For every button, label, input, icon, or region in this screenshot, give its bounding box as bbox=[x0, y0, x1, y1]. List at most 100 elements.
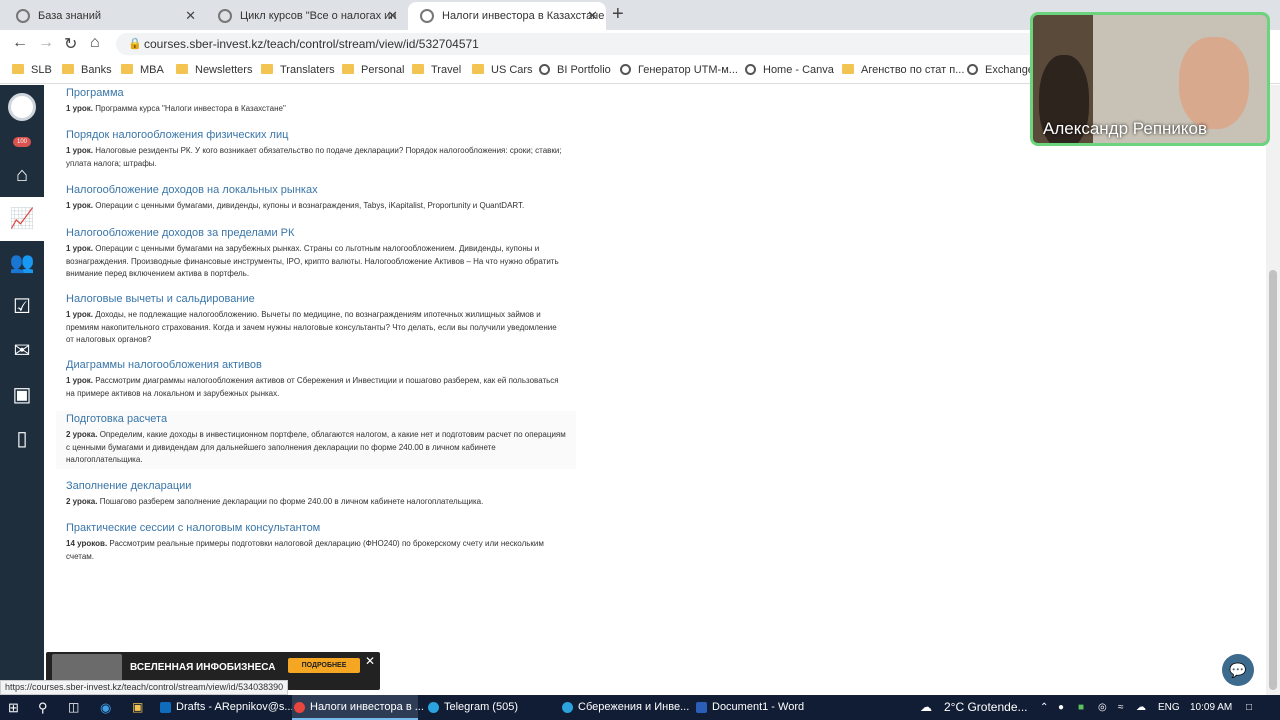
gear-icon bbox=[218, 9, 232, 23]
lesson-description: Программа курса "Налоги инвестора в Каза… bbox=[95, 104, 286, 113]
taskbar-telegram[interactable]: Telegram (505) bbox=[426, 695, 552, 720]
folder-icon bbox=[121, 64, 133, 74]
folder-icon bbox=[412, 64, 424, 74]
home-icon[interactable]: ⌂ bbox=[0, 153, 44, 197]
bookmark-exchange[interactable]: Exchange bbox=[967, 64, 1034, 76]
edge-icon[interactable]: ◉ bbox=[100, 695, 111, 720]
taskbar-chrome[interactable]: Налоги инвестора в ... bbox=[292, 695, 424, 720]
search-icon[interactable]: ⚲ bbox=[38, 695, 48, 720]
bookmark-mba[interactable]: MBA bbox=[121, 64, 164, 76]
windows-start-icon[interactable]: ⊞ bbox=[8, 695, 19, 720]
list-item[interactable]: Программа 1 урок. Программа курса "Налог… bbox=[56, 87, 576, 116]
bookmark-newsletters[interactable]: Newsletters bbox=[176, 64, 252, 76]
back-icon[interactable]: ← bbox=[12, 34, 28, 52]
chrome-icon bbox=[294, 702, 305, 713]
lesson-count: 1 урок. bbox=[66, 201, 94, 210]
banner-more-button[interactable]: ПОДРОБНЕЕ bbox=[288, 658, 360, 673]
mobile-icon[interactable]: ▯ bbox=[0, 417, 44, 461]
wifi-icon[interactable]: ≈ bbox=[1118, 695, 1124, 720]
clock[interactable]: 10:09 AM bbox=[1190, 695, 1232, 720]
checkbox-icon[interactable]: ☑ bbox=[0, 285, 44, 329]
lesson-title[interactable]: Налогообложение доходов за пределами РК bbox=[66, 227, 566, 239]
users-icon[interactable]: 👥 bbox=[0, 241, 44, 285]
taskbar-telegram-chat[interactable]: Сбережения и Инве... bbox=[560, 695, 689, 720]
lesson-title[interactable]: Заполнение декларации bbox=[66, 480, 566, 492]
microphone-icon[interactable]: ◎ bbox=[1098, 695, 1107, 720]
bookmark-slb[interactable]: SLB bbox=[12, 64, 52, 76]
lesson-title[interactable]: Подготовка расчета bbox=[66, 413, 566, 425]
close-icon[interactable]: ✕ bbox=[365, 654, 375, 668]
bookmark-bi-portfolio[interactable]: BI Portfolio bbox=[539, 64, 611, 76]
lesson-description: Определим, какие доходы в инвестиционном… bbox=[66, 430, 566, 464]
shield-icon[interactable]: ■ bbox=[1078, 695, 1084, 720]
page-scrollbar[interactable] bbox=[1266, 85, 1280, 695]
lesson-title[interactable]: Налоговые вычеты и сальдирование bbox=[66, 293, 566, 305]
list-item[interactable]: Налогообложение доходов за пределами РК … bbox=[56, 227, 576, 281]
tab-knowledge-base[interactable]: База знаний ✕ bbox=[4, 2, 204, 30]
globe-icon bbox=[539, 64, 550, 75]
school-logo[interactable] bbox=[8, 93, 36, 121]
chevron-up-icon[interactable]: ⌃ bbox=[1040, 695, 1048, 720]
bookmark-personal[interactable]: Personal bbox=[342, 64, 404, 76]
home-icon[interactable]: ⌂ bbox=[90, 34, 100, 52]
bookmark-banks[interactable]: Banks bbox=[62, 64, 112, 76]
tab-title: Налоги инвестора в Казахстане bbox=[442, 10, 605, 22]
lesson-title[interactable]: Диаграммы налогообложения активов bbox=[66, 359, 566, 371]
lesson-list: Программа 1 урок. Программа курса "Налог… bbox=[44, 85, 1266, 695]
participant-name: Александр Репников bbox=[1043, 119, 1208, 138]
folder-icon bbox=[176, 64, 188, 74]
lesson-title[interactable]: Порядок налогообложения физических лиц bbox=[66, 129, 566, 141]
reload-icon[interactable]: ↻ bbox=[64, 34, 77, 54]
bookmark-us-cars[interactable]: US Cars bbox=[472, 64, 533, 76]
scrollbar-thumb[interactable] bbox=[1269, 270, 1277, 690]
taskbar-word[interactable]: Document1 - Word bbox=[694, 695, 820, 720]
tab-course-cycle[interactable]: Цикл курсов "Все о налогах ин ✕ bbox=[206, 2, 406, 30]
list-item[interactable]: Налогообложение доходов на локальных рын… bbox=[56, 184, 576, 213]
folder-icon bbox=[472, 64, 484, 74]
bookmark-translaters[interactable]: Translaters bbox=[261, 64, 335, 76]
chat-icon[interactable]: 💬 bbox=[1222, 654, 1254, 686]
lesson-title[interactable]: Программа bbox=[66, 87, 566, 99]
list-item[interactable]: Заполнение декларации 2 урока. Пошагово … bbox=[56, 480, 576, 509]
notifications-icon[interactable]: □ bbox=[1246, 695, 1252, 720]
lesson-count: 2 урока. bbox=[66, 497, 98, 506]
list-item[interactable]: Подготовка расчета 2 урока. Определим, к… bbox=[56, 411, 576, 469]
globe-icon bbox=[620, 64, 631, 75]
tray-icon[interactable]: ● bbox=[1058, 695, 1064, 720]
folder-icon bbox=[261, 64, 273, 74]
chart-icon[interactable]: 📈 bbox=[0, 197, 44, 241]
new-tab-button[interactable]: + bbox=[612, 3, 624, 26]
lesson-description: Рассмотрим реальные примеры подготовки н… bbox=[66, 539, 544, 561]
lesson-count: 1 урок. bbox=[66, 376, 94, 385]
participant-face bbox=[1179, 37, 1249, 129]
cloud-icon[interactable]: ☁ bbox=[1136, 695, 1146, 720]
list-item[interactable]: Диаграммы налогообложения активов 1 урок… bbox=[56, 359, 576, 400]
gear-icon bbox=[16, 9, 30, 23]
list-item[interactable]: Практические сессии с налоговым консульт… bbox=[56, 522, 576, 563]
tab-tax-investor[interactable]: Налоги инвестора в Казахстане ✕ bbox=[408, 2, 606, 30]
language-indicator[interactable]: ENG bbox=[1158, 695, 1180, 720]
explorer-icon[interactable]: ▣ bbox=[132, 695, 143, 720]
list-item[interactable]: Налоговые вычеты и сальдирование 1 урок.… bbox=[56, 293, 576, 347]
lesson-title[interactable]: Практические сессии с налоговым консульт… bbox=[66, 522, 566, 534]
bookmark-travel[interactable]: Travel bbox=[412, 64, 461, 76]
bookmark-utm[interactable]: Генератор UTM-м... bbox=[620, 64, 738, 76]
status-url: https://courses.sber-invest.kz/teach/con… bbox=[0, 680, 289, 695]
bookmark-canva[interactable]: Home - Canva bbox=[745, 64, 834, 76]
forward-icon[interactable]: → bbox=[38, 34, 54, 52]
close-icon[interactable]: ✕ bbox=[587, 2, 598, 30]
list-item[interactable]: Порядок налогообложения физических лиц 1… bbox=[56, 129, 576, 170]
banner-title: ВСЕЛЕННАЯ ИНФОБИЗНЕСА bbox=[130, 662, 276, 673]
weather-text[interactable]: 2°C Grotende... bbox=[944, 695, 1028, 720]
bookmark-stat-agency[interactable]: Агенство по стат п... bbox=[842, 64, 964, 76]
close-icon[interactable]: ✕ bbox=[185, 2, 196, 30]
video-call-overlay[interactable]: Александр Репников bbox=[1030, 12, 1270, 146]
task-view-icon[interactable]: ◫ bbox=[68, 695, 79, 720]
safe-icon[interactable]: ▣ bbox=[0, 373, 44, 417]
close-icon[interactable]: ✕ bbox=[387, 2, 398, 30]
outlook-icon bbox=[160, 702, 171, 713]
status-badge: 100 bbox=[13, 137, 31, 147]
taskbar-outlook[interactable]: Drafts - ARepnikov@s... bbox=[158, 695, 294, 720]
mail-icon[interactable]: ✉ bbox=[0, 329, 44, 373]
lesson-title[interactable]: Налогообложение доходов на локальных рын… bbox=[66, 184, 566, 196]
